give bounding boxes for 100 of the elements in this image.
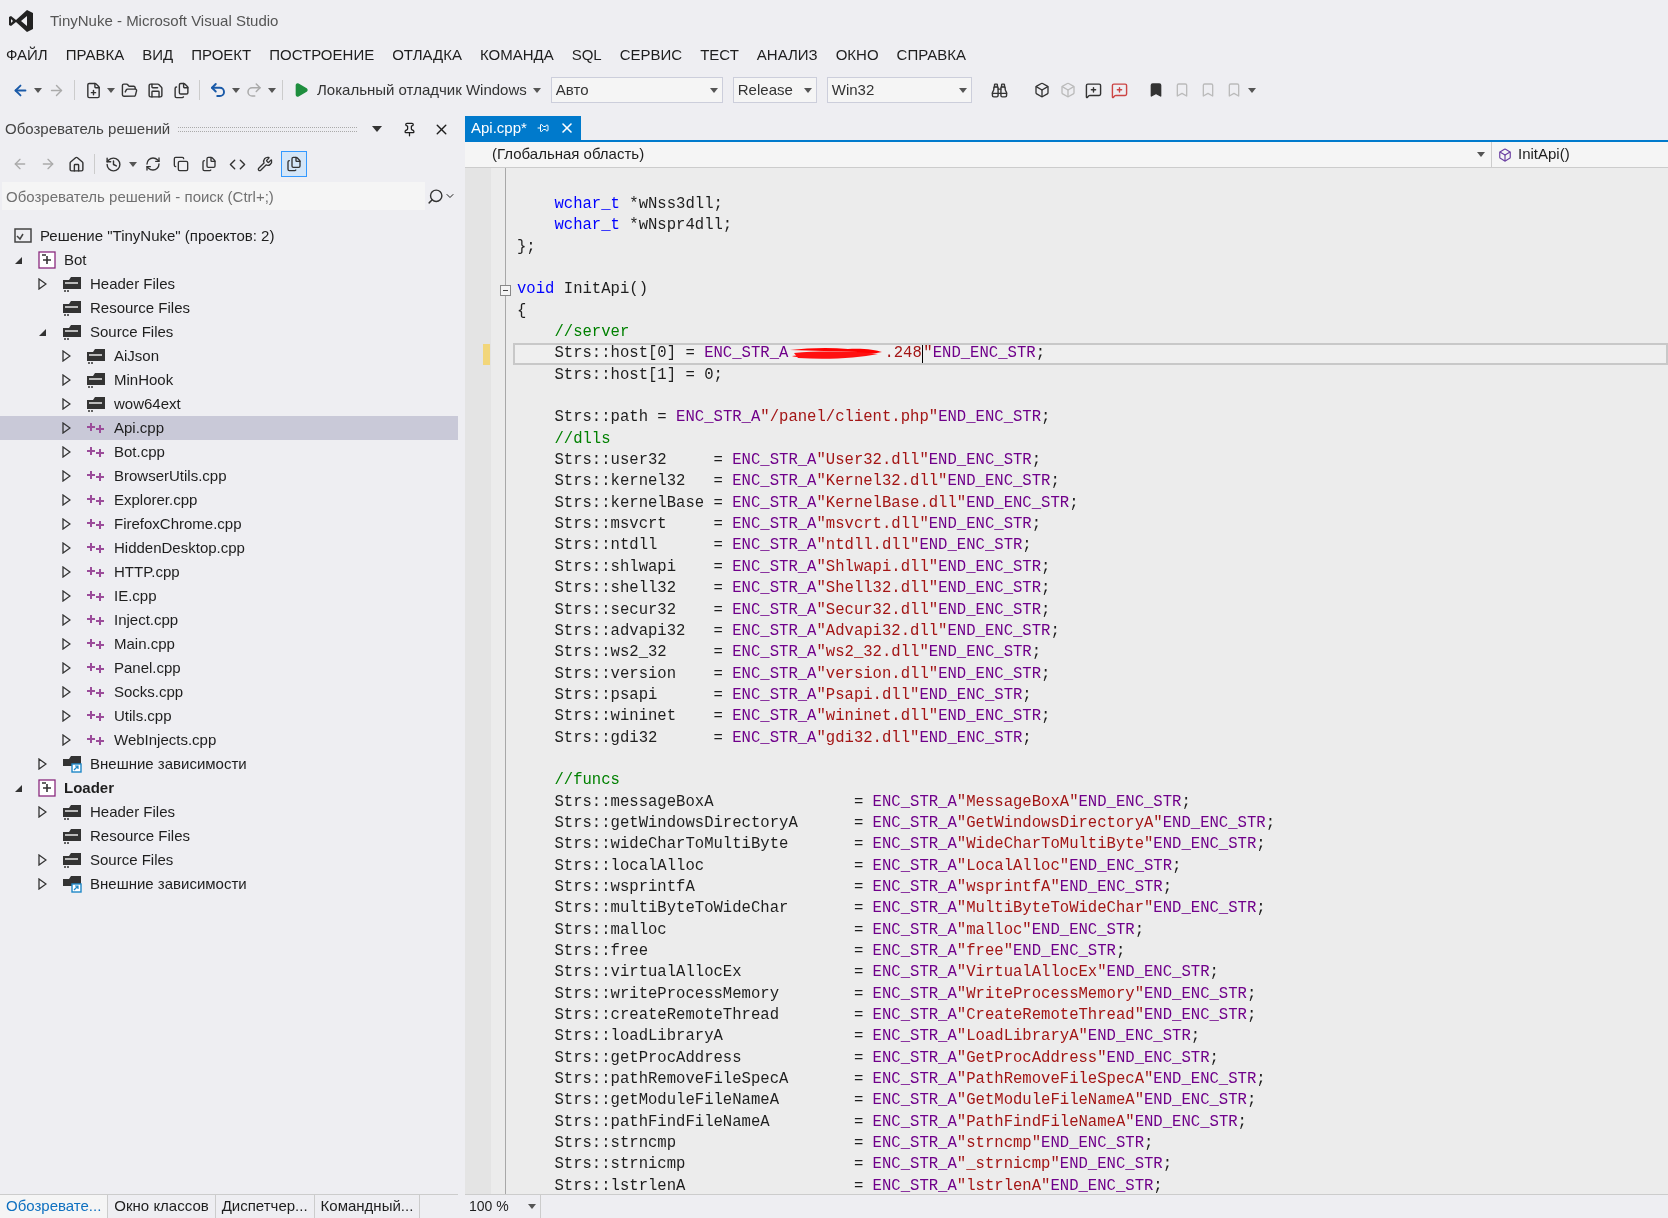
menu-item[interactable]: ПРАВКА — [56, 42, 134, 68]
collapsed-arrow-icon[interactable] — [61, 542, 71, 554]
collapsed-arrow-icon[interactable] — [61, 614, 71, 626]
menu-item[interactable]: ПРОЕКТ — [182, 42, 261, 68]
menu-item[interactable]: КОМАНДА — [470, 42, 563, 68]
collapsed-arrow-icon[interactable] — [37, 758, 47, 770]
expanded-arrow-icon[interactable] — [37, 327, 47, 337]
tree-item[interactable]: Header Files — [0, 272, 458, 296]
member-dropdown[interactable]: InitApi() — [1492, 142, 1668, 167]
references-icon — [62, 755, 82, 773]
collapsed-arrow-icon[interactable] — [61, 422, 71, 434]
filter-folder-icon — [62, 804, 82, 820]
menu-item[interactable]: СЕРВИС — [610, 42, 692, 68]
search-field[interactable]: Обозреватель решений - поиск (Ctrl+;) — [2, 182, 425, 210]
collapsed-arrow-icon[interactable] — [61, 518, 71, 530]
filter-folder-icon — [62, 300, 82, 316]
collapsed-arrow-icon[interactable] — [61, 494, 71, 506]
code-line: Strs::createRemoteThread = ENC_STR_A"CreateRemoteThread"END_ENC_STR; — [553, 1005, 1258, 1027]
tree-item[interactable]: Utils.cpp — [0, 704, 458, 728]
panel-tab[interactable]: Командный... — [314, 1195, 421, 1218]
collapsed-arrow-icon[interactable] — [61, 638, 71, 650]
menu-item[interactable]: СПРАВКА — [887, 42, 975, 68]
tree-item[interactable]: WebInjects.cpp — [0, 728, 458, 752]
menu-item[interactable]: ПОСТРОЕНИЕ — [260, 42, 384, 68]
collapsed-arrow-icon[interactable] — [61, 350, 71, 362]
code-line: Strs::advapi32 = ENC_STR_A"Advapi32.dll"END_ENC_STR; — [553, 620, 1061, 642]
tree-item[interactable]: Api.cpp — [0, 416, 458, 440]
collapsed-arrow-icon[interactable] — [61, 470, 71, 482]
cube-icon — [1498, 147, 1512, 162]
tree-item[interactable]: Panel.cpp — [0, 656, 458, 680]
tree-item[interactable]: Explorer.cpp — [0, 488, 458, 512]
caret-icon — [268, 87, 276, 93]
tree-item[interactable]: Resource Files — [0, 824, 458, 848]
panel-tab[interactable]: Диспетчер... — [215, 1195, 315, 1218]
code-line: Strs::localAlloc = ENC_STR_A"LocalAlloc"END_ENC_STR; — [553, 855, 1183, 877]
panel-tab[interactable]: Обозревате... — [0, 1195, 109, 1218]
tree-item[interactable]: Внешние зависимости — [0, 752, 458, 776]
tree-item[interactable]: HiddenDesktop.cpp — [0, 536, 458, 560]
collapsed-arrow-icon[interactable] — [61, 734, 71, 746]
collapsed-arrow-icon[interactable] — [61, 686, 71, 698]
toolbar-dropdown[interactable]: Win32 — [826, 77, 972, 103]
search-icon[interactable] — [427, 187, 444, 205]
menu-item[interactable]: АНАЛИЗ — [747, 42, 827, 68]
filter-folder-icon — [86, 396, 106, 412]
collapsed-arrow-icon[interactable] — [61, 446, 71, 458]
tree-item[interactable]: Source Files — [0, 848, 458, 872]
menu-item[interactable]: ОТЛАДКА — [383, 42, 471, 68]
cpp-file-icon — [86, 734, 106, 746]
tree-item[interactable]: Bot — [0, 248, 458, 272]
menu-item[interactable]: ОКНО — [826, 42, 888, 68]
expanded-arrow-icon[interactable] — [13, 255, 23, 265]
code-line: Strs::strnicmp = ENC_STR_A"_strnicmp"END_ENC_STR; — [553, 1154, 1174, 1176]
tree-item[interactable]: Header Files — [0, 800, 458, 824]
collapsed-arrow-icon[interactable] — [61, 566, 71, 578]
code-line: wchar_t *wNspr4dll; — [553, 215, 734, 237]
expanded-arrow-icon[interactable] — [13, 783, 23, 793]
tree-item[interactable]: Bot.cpp — [0, 440, 458, 464]
collapsed-arrow-icon[interactable] — [61, 590, 71, 602]
caret-icon — [958, 87, 967, 93]
collapsed-arrow-icon[interactable] — [61, 398, 71, 410]
tree-item[interactable]: FirefoxChrome.cpp — [0, 512, 458, 536]
tree-item[interactable]: Inject.cpp — [0, 608, 458, 632]
tree-item[interactable]: Решение "TinyNuke" (проектов: 2) — [0, 224, 458, 248]
tree-item[interactable]: Source Files — [0, 320, 458, 344]
tree-item[interactable]: AiJson — [0, 344, 458, 368]
menu-item[interactable]: ВИД — [133, 42, 183, 68]
collapse-icon[interactable] — [500, 284, 511, 296]
toolbar-dropdown[interactable]: Авто — [550, 77, 723, 103]
tree-item[interactable]: MinHook — [0, 368, 458, 392]
tree-item[interactable]: wow64ext — [0, 392, 458, 416]
menu-item[interactable]: SQL — [562, 42, 611, 68]
collapsed-arrow-icon[interactable] — [37, 878, 47, 890]
collapsed-arrow-icon[interactable] — [61, 662, 71, 674]
code-line: Strs::path = ENC_STR_A"/panel/client.php"END_ENC_STR; — [553, 407, 1052, 429]
tree-item[interactable]: HTTP.cpp — [0, 560, 458, 584]
collapsed-arrow-icon[interactable] — [61, 374, 71, 386]
tree-item[interactable]: IE.cpp — [0, 584, 458, 608]
tree-item[interactable]: Loader — [0, 776, 458, 800]
collapsed-arrow-icon[interactable] — [37, 854, 47, 866]
tree-item[interactable]: Socks.cpp — [0, 680, 458, 704]
tree-item[interactable]: Main.cpp — [0, 632, 458, 656]
tree-item[interactable]: Resource Files — [0, 296, 458, 320]
menu-item[interactable]: ФАЙЛ — [0, 42, 57, 68]
code-line: Strs::wideCharToMultiByte = ENC_STR_A"WideCharToMultiByte"END_ENC_STR; — [553, 834, 1267, 856]
collapsed-arrow-icon[interactable] — [37, 806, 47, 818]
tree-item[interactable]: BrowserUtils.cpp — [0, 464, 458, 488]
collapsed-arrow-icon[interactable] — [61, 710, 71, 722]
toolbar-dropdown[interactable]: Release — [732, 77, 817, 103]
start-debugging-button[interactable]: Локальный отладчик Windows — [289, 77, 531, 103]
tree-item[interactable]: Внешние зависимости — [0, 872, 458, 896]
preview-toggle-icon[interactable] — [281, 151, 307, 177]
collapsed-arrow-icon[interactable] — [37, 278, 47, 290]
code-line: Strs::multiByteToWideChar = ENC_STR_A"MultiByteToWideChar"END_ENC_STR; — [553, 898, 1267, 920]
code-line: Strs::strncmp = ENC_STR_A"strncmp"END_ENC_STR; — [553, 1133, 1155, 1155]
zoom-dropdown[interactable]: 100 % — [465, 1195, 541, 1218]
cpp-file-icon — [86, 494, 106, 506]
panel-tab[interactable]: Окно классов — [108, 1195, 216, 1218]
scope-dropdown[interactable]: (Глобальная область) — [465, 142, 1492, 167]
menu-item[interactable]: ТЕСТ — [691, 42, 748, 68]
filter-folder-icon — [86, 372, 106, 388]
